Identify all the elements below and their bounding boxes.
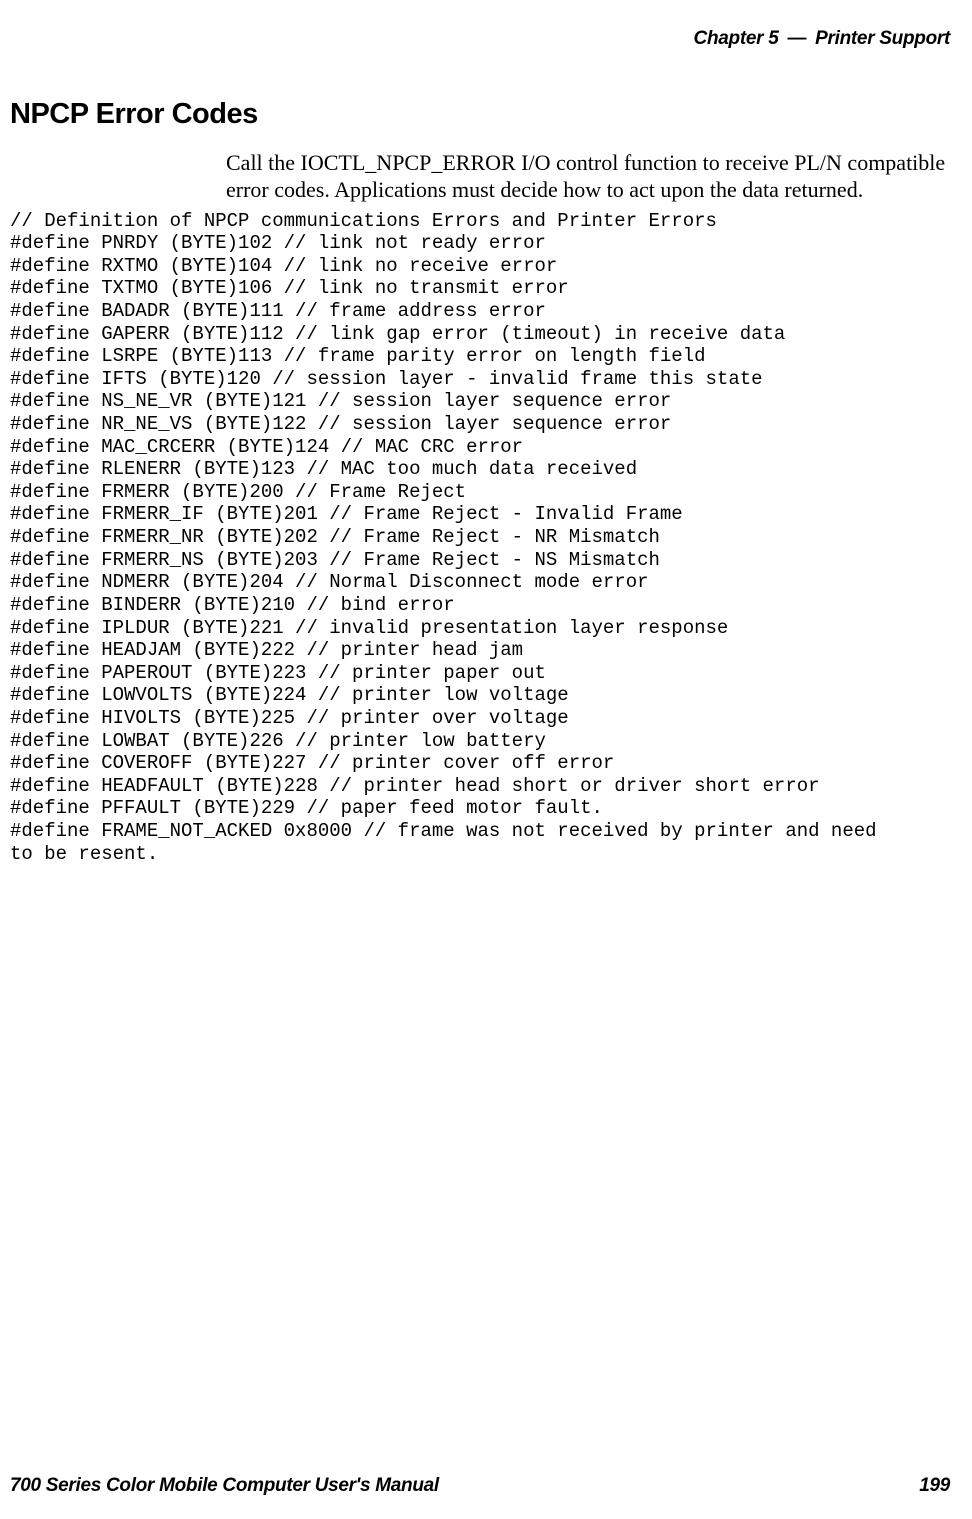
footer-page-number: 199	[919, 1475, 950, 1497]
page-footer: 700 Series Color Mobile Computer User's …	[10, 1475, 950, 1497]
chapter-title: Printer Support	[815, 28, 950, 49]
header-dash: —	[783, 28, 810, 49]
section-heading: NPCP Error Codes	[10, 98, 962, 131]
section-paragraph: Call the IOCTL_NPCP_ERROR I/O control fu…	[226, 149, 954, 204]
footer-manual-title: 700 Series Color Mobile Computer User's …	[10, 1475, 439, 1497]
chapter-label: Chapter 5	[694, 28, 779, 49]
document-page: Chapter 5 — Printer Support NPCP Error C…	[0, 0, 972, 1519]
page-header: Chapter 5 — Printer Support	[10, 28, 962, 50]
code-listing: // Definition of NPCP communications Err…	[10, 210, 962, 866]
